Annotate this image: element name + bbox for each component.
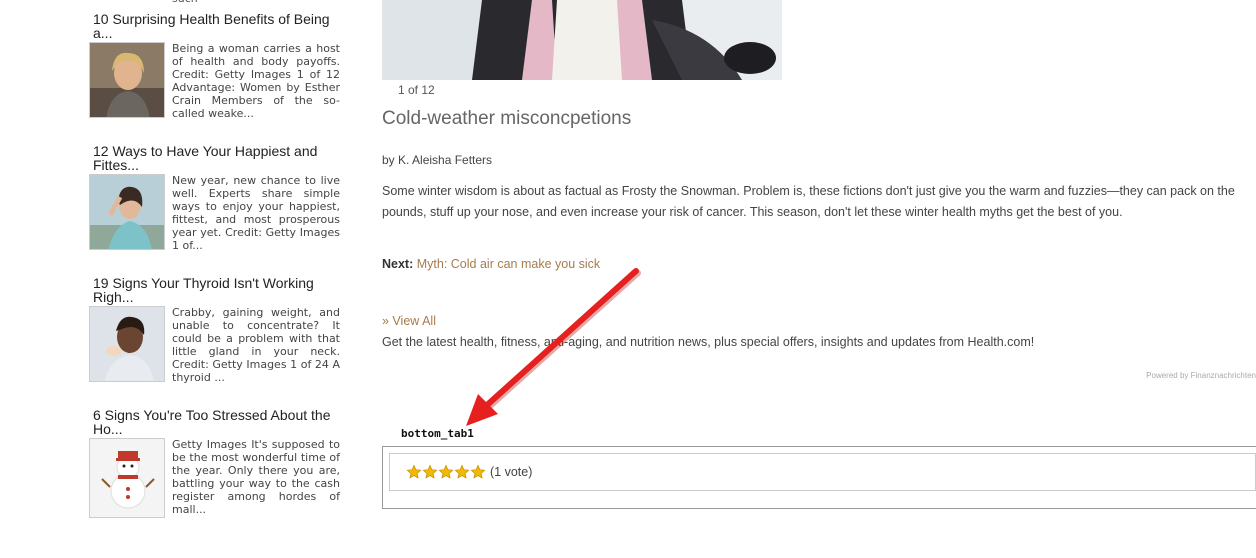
star-icon[interactable] <box>406 464 422 480</box>
article-thumbnail[interactable] <box>89 174 165 250</box>
star-icon[interactable] <box>422 464 438 480</box>
slideshow-image[interactable] <box>382 0 782 80</box>
article-thumbnail[interactable] <box>89 306 165 382</box>
byline: by K. Aleisha Fetters <box>382 153 493 167</box>
article-snippet: Being a woman carries a host of health a… <box>172 42 340 120</box>
article-title[interactable]: 12 Ways to Have Your Happiest and Fittes… <box>93 144 345 172</box>
sidebar: such 10 Surprising Health Benefits of Be… <box>0 0 360 558</box>
next-label: Next: <box>382 257 414 271</box>
star-icon[interactable] <box>454 464 470 480</box>
sidebar-article[interactable]: 12 Ways to Have Your Happiest and Fittes… <box>89 144 345 252</box>
promo-text: Get the latest health, fitness, anti-agi… <box>382 335 1035 349</box>
tab-bottom-tab1[interactable]: bottom_tab1 <box>399 427 476 440</box>
article-thumbnail[interactable] <box>89 42 165 118</box>
article-title[interactable]: 19 Signs Your Thyroid Isn't Working Righ… <box>93 276 345 304</box>
bottom-tab-panel: (1 vote) <box>382 446 1256 509</box>
star-icon[interactable] <box>438 464 454 480</box>
slide-counter: 1 of 12 <box>398 83 435 97</box>
next-slide-link[interactable]: Myth: Cold air can make you sick <box>417 257 600 271</box>
sidebar-article[interactable]: 6 Signs You're Too Stressed About the Ho… <box>89 408 345 518</box>
vote-count: (1 vote) <box>490 465 533 479</box>
article-title[interactable]: 10 Surprising Health Benefits of Being a… <box>93 12 345 40</box>
next-slide: Next: Myth: Cold air can make you sick <box>382 257 600 271</box>
rating-widget: (1 vote) <box>389 453 1256 491</box>
star-icon[interactable] <box>470 464 486 480</box>
sidebar-article[interactable]: 19 Signs Your Thyroid Isn't Working Righ… <box>89 276 345 384</box>
article-title[interactable]: 6 Signs You're Too Stressed About the Ho… <box>93 408 345 436</box>
star-rating[interactable] <box>406 464 486 480</box>
article-thumbnail[interactable] <box>89 438 165 518</box>
article-snippet: Crabby, gaining weight, and unable to co… <box>172 306 340 384</box>
truncated-text: such <box>172 0 198 5</box>
powered-by: Powered by Finanznachrichten <box>1146 371 1256 380</box>
article-snippet: New year, new chance to live well. Exper… <box>172 174 340 252</box>
article-snippet: Getty Images It's supposed to be the mos… <box>172 438 340 516</box>
slide-headline: Cold-weather misconcpetions <box>382 108 632 129</box>
sidebar-article[interactable]: 10 Surprising Health Benefits of Being a… <box>89 12 345 120</box>
view-all-link[interactable]: » View All <box>382 314 436 328</box>
slide-description: Some winter wisdom is about as factual a… <box>382 184 1235 219</box>
